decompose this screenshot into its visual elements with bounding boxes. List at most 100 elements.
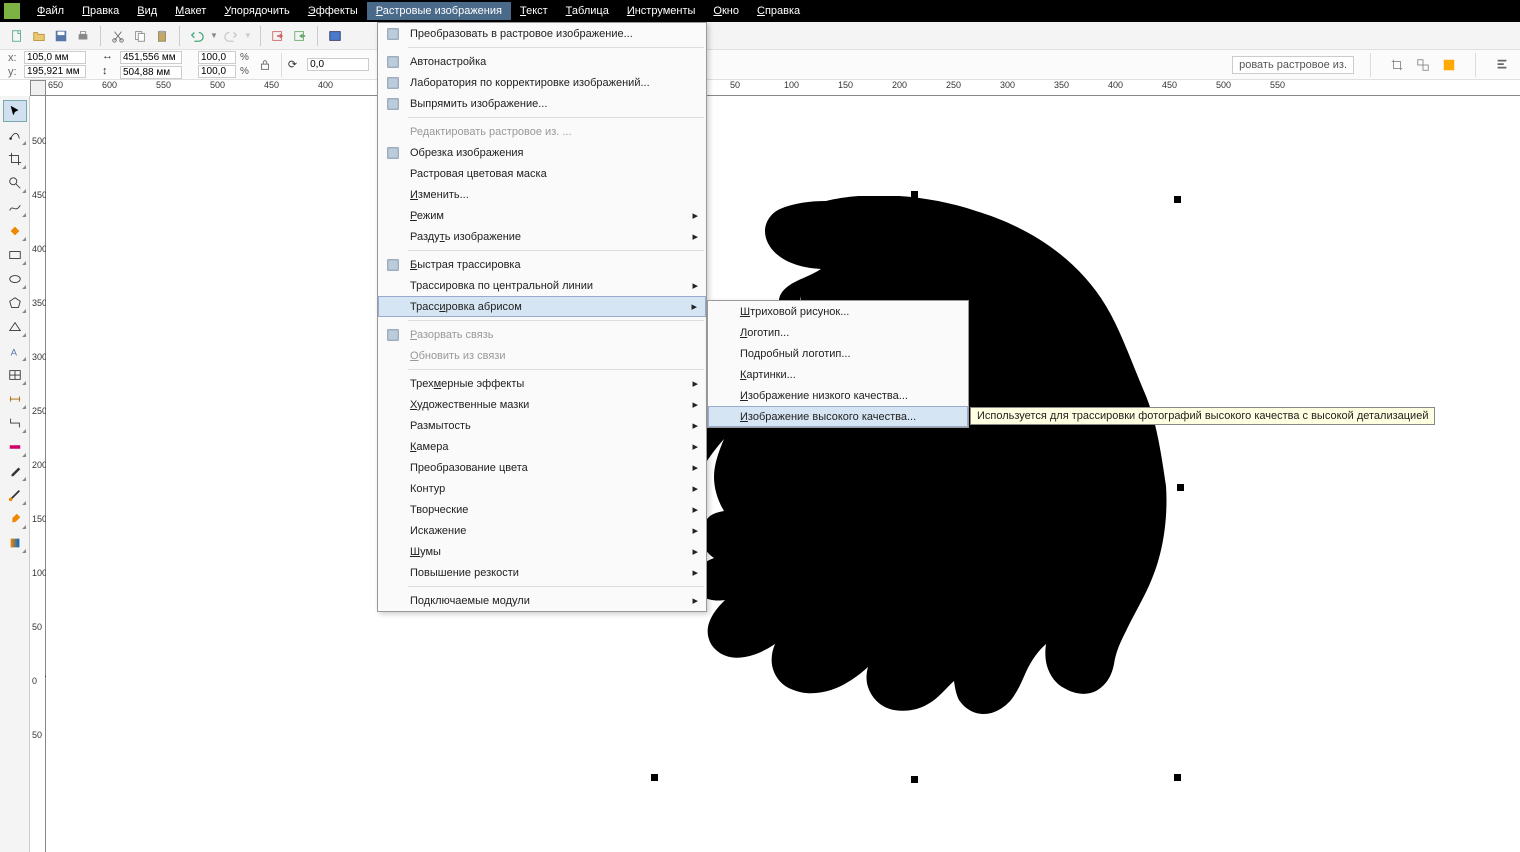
canvas[interactable] (46, 96, 1520, 852)
dimension-tool[interactable] (3, 388, 27, 410)
menu-вид[interactable]: Вид (128, 2, 166, 20)
redo-button[interactable] (222, 27, 240, 45)
selection-handle-bl[interactable] (651, 774, 658, 781)
polygon-tool[interactable] (3, 292, 27, 314)
menu-item[interactable]: Штриховой рисунок... (708, 301, 968, 322)
menu-item[interactable]: Камера▸ (378, 436, 706, 457)
menu-упорядочить[interactable]: Упорядочить (215, 2, 298, 20)
menu-item: Разорвать связь (378, 324, 706, 345)
export-button[interactable] (291, 27, 309, 45)
interactive-tool[interactable] (3, 436, 27, 458)
menu-item[interactable]: Лаборатория по корректировке изображений… (378, 72, 706, 93)
ellipse-tool[interactable] (3, 268, 27, 290)
menu-item[interactable]: Художественные мазки▸ (378, 394, 706, 415)
table-tool[interactable] (3, 364, 27, 386)
menu-item[interactable]: Изображение высокого качества... (708, 406, 968, 427)
x-input[interactable] (24, 51, 86, 64)
eyedropper-tool[interactable] (3, 460, 27, 482)
new-button[interactable] (8, 27, 26, 45)
interactive-fill-tool[interactable] (3, 532, 27, 554)
zoom-tool[interactable] (3, 172, 27, 194)
pick-tool[interactable] (3, 100, 27, 122)
menu-item[interactable]: Контур▸ (378, 478, 706, 499)
scale-y-input[interactable] (198, 65, 236, 78)
menu-item[interactable]: Искажение▸ (378, 520, 706, 541)
menu-item[interactable]: Размытость▸ (378, 415, 706, 436)
menu-item[interactable]: Режим▸ (378, 205, 706, 226)
straighten-icon (384, 95, 402, 113)
selection-center[interactable] (909, 481, 919, 491)
menu-item[interactable]: Трехмерные эффекты▸ (378, 373, 706, 394)
outline-tool[interactable] (3, 484, 27, 506)
connector-tool[interactable] (3, 412, 27, 434)
menu-item[interactable]: Шумы▸ (378, 541, 706, 562)
resample-button[interactable] (1413, 55, 1433, 75)
menu-item[interactable]: Логотип... (708, 322, 968, 343)
scale-x-input[interactable] (198, 51, 236, 64)
menu-item[interactable]: Выпрямить изображение... (378, 93, 706, 114)
menu-bar: ФайлПравкаВидМакетУпорядочитьЭффектыРаст… (0, 0, 1520, 22)
height-input[interactable] (120, 66, 182, 79)
print-button[interactable] (74, 27, 92, 45)
menu-эффекты[interactable]: Эффекты (299, 2, 367, 20)
menu-item[interactable]: Картинки... (708, 364, 968, 385)
selection-handle-bm[interactable] (911, 776, 918, 783)
ruler-origin[interactable] (30, 80, 46, 96)
menu-окно[interactable]: Окно (704, 2, 748, 20)
menu-item[interactable]: Растровая цветовая маска (378, 163, 706, 184)
break-icon (384, 326, 402, 344)
rotate-input[interactable] (307, 58, 369, 71)
menu-item[interactable]: Изменить... (378, 184, 706, 205)
selection-handle-tr[interactable] (1174, 196, 1181, 203)
menu-item[interactable]: Автонастройка (378, 51, 706, 72)
menu-макет[interactable]: Макет (166, 2, 215, 20)
basic-shapes-tool[interactable] (3, 316, 27, 338)
menu-item[interactable]: Трассировка по центральной линии▸ (378, 275, 706, 296)
menu-файл[interactable]: Файл (28, 2, 73, 20)
crop-bitmap-button[interactable] (1387, 55, 1407, 75)
align-button[interactable] (1492, 55, 1512, 75)
paste-button[interactable] (153, 27, 171, 45)
edit-bitmap-button[interactable]: ровать растровое из. (1232, 56, 1354, 74)
menu-текст[interactable]: Текст (511, 2, 557, 20)
freehand-tool[interactable] (3, 196, 27, 218)
shape-tool[interactable] (3, 124, 27, 146)
menu-item[interactable]: Преобразование цвета▸ (378, 457, 706, 478)
menu-таблица[interactable]: Таблица (557, 2, 618, 20)
selection-handle-br[interactable] (1174, 774, 1181, 781)
rectangle-tool[interactable] (3, 244, 27, 266)
menu-item[interactable]: Обрезка изображения (378, 142, 706, 163)
vertical-ruler: 50045040035030025020015010050050 (30, 96, 46, 852)
width-input[interactable] (120, 51, 182, 64)
fill-tool[interactable] (3, 508, 27, 530)
save-button[interactable] (52, 27, 70, 45)
import-button[interactable] (269, 27, 287, 45)
text-tool[interactable]: A (3, 340, 27, 362)
menu-item[interactable]: Быстрая трассировка (378, 254, 706, 275)
svg-text:A: A (10, 347, 17, 358)
open-button[interactable] (30, 27, 48, 45)
menu-item[interactable]: Изображение низкого качества... (708, 385, 968, 406)
menu-item[interactable]: Подробный логотип... (708, 343, 968, 364)
menu-инструменты[interactable]: Инструменты (618, 2, 705, 20)
menu-item[interactable]: Подключаемые модули▸ (378, 590, 706, 611)
selection-handle-tm[interactable] (911, 191, 918, 198)
menu-item[interactable]: Творческие▸ (378, 499, 706, 520)
selection-handle-mr[interactable] (1177, 484, 1184, 491)
lock-ratio-button[interactable] (255, 55, 275, 75)
undo-button[interactable] (188, 27, 206, 45)
menu-item[interactable]: Трассировка абрисом▸ (378, 296, 706, 317)
menu-item[interactable]: Преобразовать в растровое изображение... (378, 23, 706, 44)
crop-tool[interactable] (3, 148, 27, 170)
menu-справка[interactable]: Справка (748, 2, 809, 20)
menu-item[interactable]: Повышение резкости▸ (378, 562, 706, 583)
smart-fill-tool[interactable] (3, 220, 27, 242)
bitmap-color-mask-button[interactable] (1439, 55, 1459, 75)
menu-правка[interactable]: Правка (73, 2, 128, 20)
menu-item[interactable]: Раздуть изображение▸ (378, 226, 706, 247)
copy-button[interactable] (131, 27, 149, 45)
fullscreen-button[interactable] (326, 27, 344, 45)
y-input[interactable] (24, 65, 86, 78)
menu-растровые изображения[interactable]: Растровые изображения (367, 2, 511, 20)
cut-button[interactable] (109, 27, 127, 45)
